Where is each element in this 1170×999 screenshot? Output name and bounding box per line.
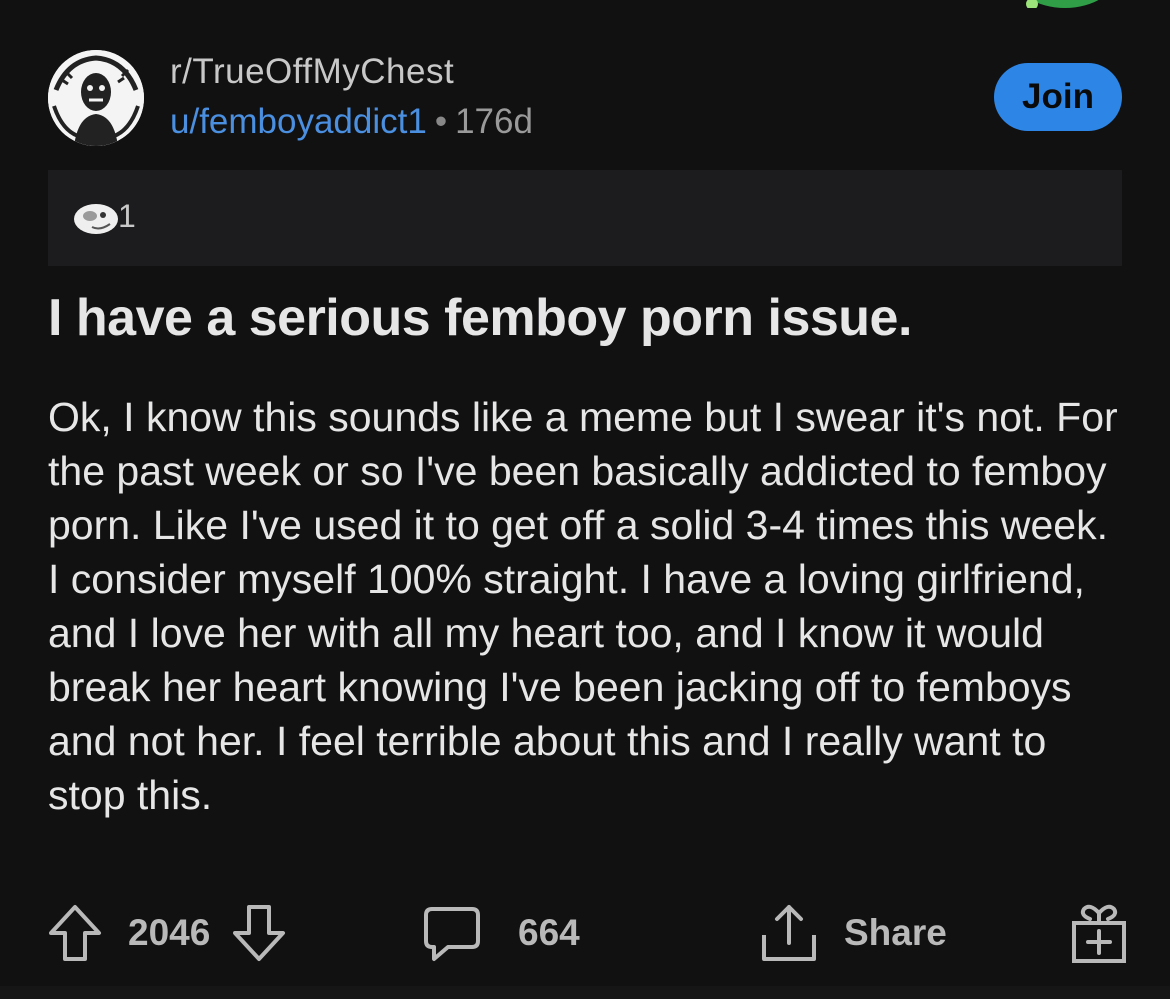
- post-meta: u/femboyaddict1 • 176d: [170, 102, 533, 142]
- post-body: Ok, I know this sounds like a meme but I…: [48, 394, 1118, 818]
- share-button[interactable]: Share: [758, 898, 947, 968]
- share-label: Share: [844, 912, 947, 953]
- award-icon: [74, 204, 118, 234]
- gift-icon: [1072, 904, 1126, 963]
- meta-separator: •: [434, 102, 448, 141]
- corner-decoration: [1026, 0, 1099, 8]
- subreddit-avatar[interactable]: [48, 50, 144, 146]
- post-header: r/TrueOffMyChest u/femboyaddict1 • 176d Jo…: [48, 50, 1122, 150]
- share-icon: [762, 905, 816, 961]
- upvote-icon[interactable]: [48, 903, 102, 963]
- award-count: 1: [118, 198, 136, 234]
- author-username[interactable]: u/femboyaddict1: [170, 102, 427, 141]
- award-button[interactable]: [1068, 898, 1128, 968]
- join-button[interactable]: Join: [994, 63, 1122, 131]
- post-title[interactable]: I have a serious femboy porn issue.: [48, 288, 1128, 348]
- post-age: 176d: [455, 102, 533, 141]
- downvote-icon[interactable]: [232, 903, 286, 963]
- bottom-divider: [0, 986, 1170, 999]
- subreddit-name[interactable]: r/TrueOffMyChest: [170, 52, 454, 92]
- comment-icon: [424, 907, 480, 961]
- award-bar[interactable]: 1: [48, 170, 1122, 266]
- comment-count: 664: [518, 912, 580, 953]
- vote-count: 2046: [128, 912, 211, 953]
- post-page: r/TrueOffMyChest u/femboyaddict1 • 176d Jo…: [0, 0, 1170, 999]
- vote-group: 2046: [48, 898, 286, 968]
- post-action-bar: 2046 664 Share: [48, 898, 1128, 968]
- comments-button[interactable]: 664: [422, 898, 580, 968]
- avatar-art-icon: [48, 50, 144, 146]
